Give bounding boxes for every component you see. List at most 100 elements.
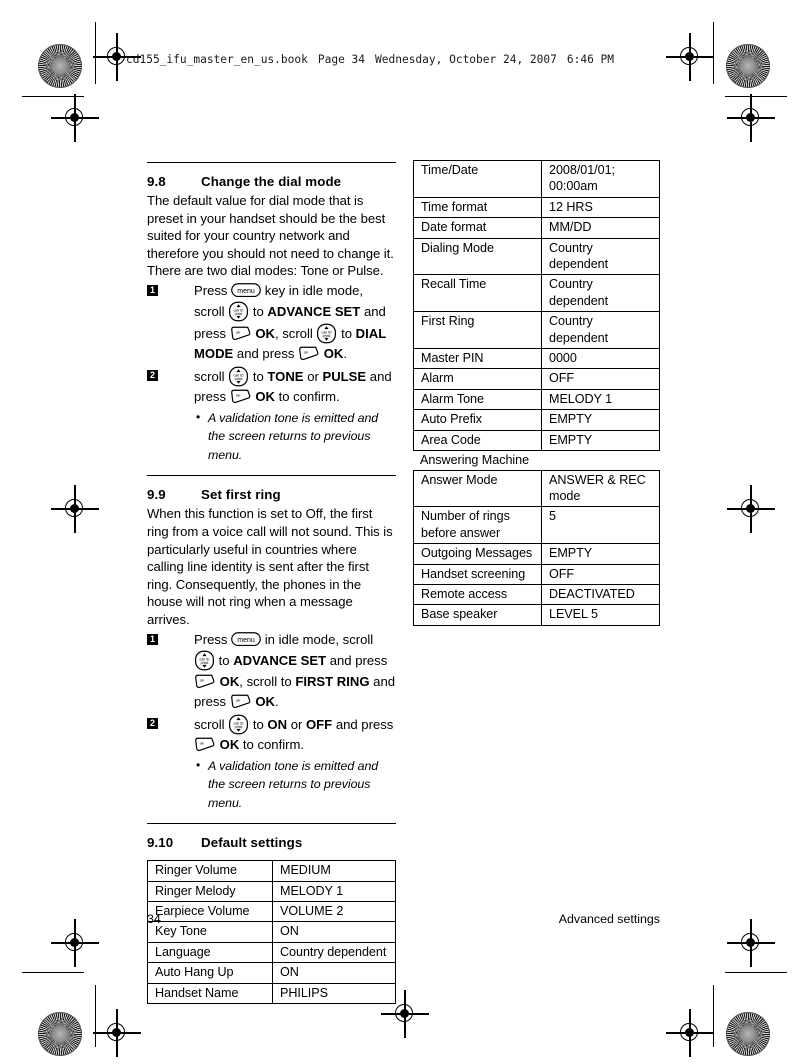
setting-value: MELODY 1	[541, 388, 660, 411]
section-9-8: 9.8 Change the dial mode The default val…	[147, 162, 396, 464]
setting-key: Outgoing Messages	[413, 543, 542, 565]
punct-period: .	[343, 346, 347, 362]
section-rule	[147, 475, 396, 482]
punct-comma: ,	[239, 673, 243, 689]
setting-key: Answer Mode	[413, 469, 542, 508]
svg-text:ok: ok	[304, 350, 308, 355]
setting-value: 12 HRS	[541, 196, 660, 219]
step-text: scroll to	[246, 673, 292, 689]
step-text: or	[307, 368, 319, 384]
setting-key: Number of rings before answer	[413, 506, 542, 545]
setting-value: PHILIPS	[272, 982, 396, 1004]
table-row: Ringer Volume MEDIUM	[147, 860, 396, 882]
step-text: to	[252, 368, 264, 384]
step-note-list: A validation tone is emitted and the scr…	[194, 756, 396, 813]
table-row: Auto Prefix EMPTY	[413, 409, 660, 431]
section-rule	[147, 823, 396, 830]
scroll-key-icon: call ID phbk	[316, 323, 337, 344]
step-text: to	[341, 325, 352, 341]
section-9-8-intro: The default value for dial mode that is …	[147, 193, 394, 279]
setting-value: EMPTY	[541, 409, 660, 431]
note-item: A validation tone is emitted and the scr…	[194, 408, 396, 465]
table-row: Date format MM/DD	[413, 217, 660, 239]
step-text: Press	[194, 282, 228, 298]
option-pulse: PULSE	[322, 368, 367, 384]
setting-value: Country dependent	[541, 274, 660, 313]
table-row: Remote access DEACTIVATED	[413, 584, 660, 606]
table-row: First Ring Country dependent	[413, 311, 660, 350]
setting-key: Auto Prefix	[413, 409, 542, 431]
step-item: 1 Press menu key in idle mode, scroll ca…	[147, 281, 396, 365]
setting-value: MEDIUM	[272, 860, 396, 882]
setting-key: Remote access	[413, 584, 542, 606]
table-row: Number of rings before answer 5	[413, 506, 660, 545]
ok-softkey-icon: ok	[230, 694, 252, 709]
setting-key: Ringer Volume	[147, 860, 273, 882]
menu-path-first-ring: FIRST RING	[295, 673, 370, 689]
setting-key: Area Code	[413, 429, 542, 452]
setting-value: OFF	[541, 368, 660, 390]
section-9-9-intro: When this function is set to Off, the fi…	[147, 506, 393, 628]
svg-text:ok: ok	[235, 330, 239, 335]
ok-softkey-icon: ok	[194, 674, 216, 689]
step-text: to confirm.	[242, 737, 305, 753]
answering-machine-body: Answer Mode ANSWER & REC mode Number of r…	[413, 469, 660, 626]
table-row: Time/Date 2008/01/01; 00:00am	[413, 160, 660, 198]
step-text: to	[252, 716, 264, 732]
left-column: 9.8 Change the dial mode The default val…	[147, 162, 396, 1004]
footer-chapter-name: Advanced settings	[558, 912, 660, 926]
svg-text:menu: menu	[237, 288, 255, 295]
step-text: scroll	[194, 716, 225, 732]
setting-value: MELODY 1	[272, 880, 396, 902]
step-note-list: A validation tone is emitted and the scr…	[194, 408, 396, 465]
setting-value: Country dependent	[541, 237, 660, 276]
ok-label: OK	[323, 346, 344, 362]
svg-text:ok: ok	[200, 677, 204, 682]
setting-value: ON	[272, 962, 396, 984]
table-row: Dialing Mode Country dependent	[413, 237, 660, 276]
table-row: Handset Name PHILIPS	[147, 982, 396, 1004]
table-row: Time format 12 HRS	[413, 196, 660, 219]
page-footer: 34 Advanced settings	[147, 912, 660, 926]
step-text: and press	[335, 716, 394, 732]
setting-key: Handset Name	[147, 982, 273, 1004]
right-column: Time/Date 2008/01/01; 00:00am Time format…	[413, 160, 660, 626]
section-9-9-steps: 1 Press menu in idle mode, scroll call I…	[147, 630, 396, 813]
ok-softkey-icon: ok	[230, 326, 252, 341]
section-rule	[147, 162, 396, 169]
answering-machine-caption: Answering Machine	[420, 453, 530, 468]
step-text: or	[290, 716, 303, 732]
scroll-key-icon: call ID phbk	[194, 650, 215, 671]
setting-value: EMPTY	[541, 543, 660, 565]
setting-key: Alarm Tone	[413, 388, 542, 411]
section-title: Default settings	[201, 835, 303, 851]
setting-key: Master PIN	[413, 348, 542, 370]
default-settings-table-continued: Time/Date 2008/01/01; 00:00am Time format…	[413, 160, 660, 452]
section-title: Set first ring	[201, 487, 281, 503]
table-row: Area Code EMPTY	[413, 429, 660, 452]
section-9-9-heading: 9.9 Set first ring	[147, 487, 396, 502]
menu-path-advance-set: ADVANCE SET	[267, 304, 361, 320]
option-off: OFF	[305, 716, 333, 732]
step-number: 2	[147, 717, 158, 729]
ok-label: OK	[219, 737, 240, 753]
step-item: 2 scroll call ID phbk to ON or OFF and pr…	[147, 714, 396, 813]
table-row: Alarm Tone MELODY 1	[413, 388, 660, 411]
step-text: in idle mode, scroll	[264, 631, 374, 647]
scroll-key-icon: call ID phbk	[228, 714, 249, 735]
section-title: Change the dial mode	[201, 174, 342, 189]
svg-text:phbk: phbk	[235, 377, 243, 381]
section-9-8-heading: 9.8 Change the dial mode	[147, 174, 396, 189]
setting-key: Recall Time	[413, 274, 542, 313]
menu-path-advance-set: ADVANCE SET	[233, 653, 327, 669]
table-row: Outgoing Messages EMPTY	[413, 543, 660, 565]
ok-label: OK	[255, 325, 275, 341]
setting-value: 0000	[541, 348, 660, 370]
step-number: 1	[147, 284, 158, 296]
svg-text:phbk: phbk	[235, 725, 243, 729]
scroll-key-icon: call ID phbk	[228, 366, 249, 387]
step-text: to confirm.	[278, 389, 340, 405]
svg-text:phbk: phbk	[323, 334, 331, 338]
setting-value: EMPTY	[541, 429, 660, 452]
scroll-key-icon: call ID phbk	[228, 301, 249, 322]
